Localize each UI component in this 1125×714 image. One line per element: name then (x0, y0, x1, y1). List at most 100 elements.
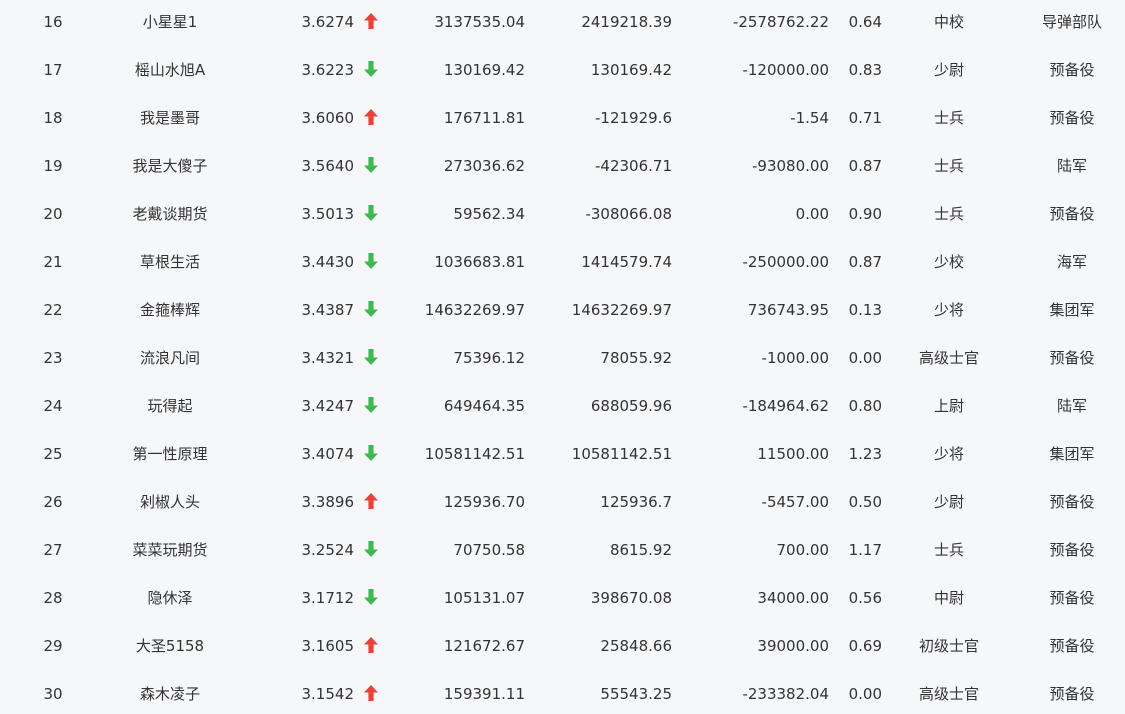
ratio-cell: 0.50 (848, 493, 882, 511)
table-row-29[interactable]: 29 大圣5158 3.1605 121672.67 25848.66 3900… (0, 624, 1125, 672)
name-cell[interactable]: 森木凌子 (100, 672, 240, 714)
arrow-up-icon (364, 109, 378, 125)
arrow-up-icon (364, 685, 378, 701)
trend-cell (362, 672, 380, 714)
value-1-cell: 14632269.97 (424, 301, 525, 319)
name-cell[interactable]: 第一性原理 (100, 432, 240, 480)
value-3-cell: 34000.00 (757, 589, 829, 607)
rank-cell: 26 (43, 493, 63, 511)
trend-cell (362, 192, 380, 240)
table-row-18[interactable]: 18 我是墨哥 3.6060 176711.81 -121929.6 -1.54… (0, 96, 1125, 144)
table-row-26[interactable]: 26 剁椒人头 3.3896 125936.70 125936.7 -5457.… (0, 480, 1125, 528)
score-cell: 3.6223 (301, 61, 355, 79)
table-row-27[interactable]: 27 菜菜玩期货 3.2524 70750.58 8615.92 700.00 … (0, 528, 1125, 576)
value-1-cell: 10581142.51 (424, 445, 525, 463)
name-cell[interactable]: 菜菜玩期货 (100, 528, 240, 576)
name-cell[interactable]: 大圣5158 (100, 624, 240, 672)
arrow-down-icon (364, 61, 378, 77)
name-cell[interactable]: 剁椒人头 (100, 480, 240, 528)
value-2-cell: 8615.92 (609, 541, 672, 559)
ratio-cell: 0.90 (848, 205, 882, 223)
table-row-30[interactable]: 30 森木凌子 3.1542 159391.11 55543.25 -23338… (0, 672, 1125, 714)
rank-cell: 16 (43, 13, 63, 31)
table-row-19[interactable]: 19 我是大傻子 3.5640 273036.62 -42306.71 -930… (0, 144, 1125, 192)
name-cell[interactable]: 小星星1 (100, 0, 240, 48)
ranking-table: 16 小星星1 3.6274 3137535.04 2419218.39 -25… (0, 0, 1125, 714)
table-row-16[interactable]: 16 小星星1 3.6274 3137535.04 2419218.39 -25… (0, 0, 1125, 48)
unit-cell: 预备役 (1049, 541, 1095, 559)
unit-cell: 预备役 (1049, 349, 1095, 367)
table-row-25[interactable]: 25 第一性原理 3.4074 10581142.51 10581142.51 … (0, 432, 1125, 480)
name-cell[interactable]: 我是墨哥 (100, 96, 240, 144)
value-2-cell: 78055.92 (600, 349, 672, 367)
table-row-20[interactable]: 20 老戴谈期货 3.5013 59562.34 -308066.08 0.00… (0, 192, 1125, 240)
rank-cell: 19 (43, 157, 63, 175)
name-cell[interactable]: 隐休泽 (100, 576, 240, 624)
table-row-21[interactable]: 21 草根生活 3.4430 1036683.81 1414579.74 -25… (0, 240, 1125, 288)
ratio-cell: 0.87 (848, 157, 882, 175)
name-cell[interactable]: 草根生活 (100, 240, 240, 288)
arrow-down-icon (364, 253, 378, 269)
ratio-cell: 0.83 (848, 61, 882, 79)
value-1-cell: 176711.81 (443, 109, 525, 127)
rank-title-cell: 中校 (933, 13, 964, 31)
score-cell: 3.5640 (301, 157, 355, 175)
name-cell[interactable]: 金箍棒辉 (100, 288, 240, 336)
ratio-cell: 0.00 (848, 685, 882, 703)
rank-title-cell: 少校 (933, 253, 964, 271)
rank-cell: 17 (43, 61, 63, 79)
table-row-22[interactable]: 22 金箍棒辉 3.4387 14632269.97 14632269.97 7… (0, 288, 1125, 336)
value-2-cell: 125936.7 (600, 493, 672, 511)
value-3-cell: 700.00 (776, 541, 830, 559)
unit-cell: 海军 (1056, 253, 1087, 271)
rank-title-cell: 少将 (933, 445, 964, 463)
score-cell: 3.1542 (301, 685, 355, 703)
value-3-cell: -250000.00 (742, 253, 829, 271)
table-row-28[interactable]: 28 隐休泽 3.1712 105131.07 398670.08 34000.… (0, 576, 1125, 624)
value-2-cell: 55543.25 (600, 685, 672, 703)
arrow-down-icon (364, 157, 378, 173)
arrow-up-icon (364, 637, 378, 653)
rank-title-cell: 少尉 (933, 493, 964, 511)
table-row-24[interactable]: 24 玩得起 3.4247 649464.35 688059.96 -18496… (0, 384, 1125, 432)
trend-cell (362, 144, 380, 192)
value-3-cell: 39000.00 (757, 637, 829, 655)
value-3-cell: 11500.00 (757, 445, 829, 463)
rank-title-cell: 少将 (933, 301, 964, 319)
score-cell: 3.6274 (301, 13, 355, 31)
value-3-cell: -2578762.22 (732, 13, 829, 31)
arrow-down-icon (364, 205, 378, 221)
value-2-cell: 14632269.97 (571, 301, 672, 319)
value-2-cell: 688059.96 (590, 397, 672, 415)
unit-cell: 预备役 (1049, 61, 1095, 79)
value-2-cell: 130169.42 (590, 61, 672, 79)
trend-cell (362, 576, 380, 624)
unit-cell: 预备役 (1049, 637, 1095, 655)
arrow-down-icon (364, 301, 378, 317)
rank-cell: 23 (43, 349, 63, 367)
rank-title-cell: 高级士官 (918, 349, 979, 367)
ratio-cell: 0.64 (848, 13, 882, 31)
rank-title-cell: 初级士官 (918, 637, 979, 655)
score-cell: 3.4430 (301, 253, 355, 271)
trend-cell (362, 384, 380, 432)
rank-cell: 20 (43, 205, 63, 223)
rank-cell: 18 (43, 109, 63, 127)
name-cell[interactable]: 流浪凡间 (100, 336, 240, 384)
value-1-cell: 273036.62 (443, 157, 525, 175)
trend-cell (362, 624, 380, 672)
name-cell[interactable]: 老戴谈期货 (100, 192, 240, 240)
unit-cell: 预备役 (1049, 493, 1095, 511)
table-row-17[interactable]: 17 榣山水旭A 3.6223 130169.42 130169.42 -120… (0, 48, 1125, 96)
trend-cell (362, 48, 380, 96)
ratio-cell: 0.56 (848, 589, 882, 607)
rank-cell: 30 (43, 685, 63, 703)
name-cell[interactable]: 我是大傻子 (100, 144, 240, 192)
rank-cell: 24 (43, 397, 63, 415)
name-cell[interactable]: 榣山水旭A (100, 48, 240, 96)
table-row-23[interactable]: 23 流浪凡间 3.4321 75396.12 78055.92 -1000.0… (0, 336, 1125, 384)
unit-cell: 集团军 (1049, 301, 1095, 319)
name-cell[interactable]: 玩得起 (100, 384, 240, 432)
ratio-cell: 0.69 (848, 637, 882, 655)
rank-title-cell: 士兵 (933, 205, 964, 223)
